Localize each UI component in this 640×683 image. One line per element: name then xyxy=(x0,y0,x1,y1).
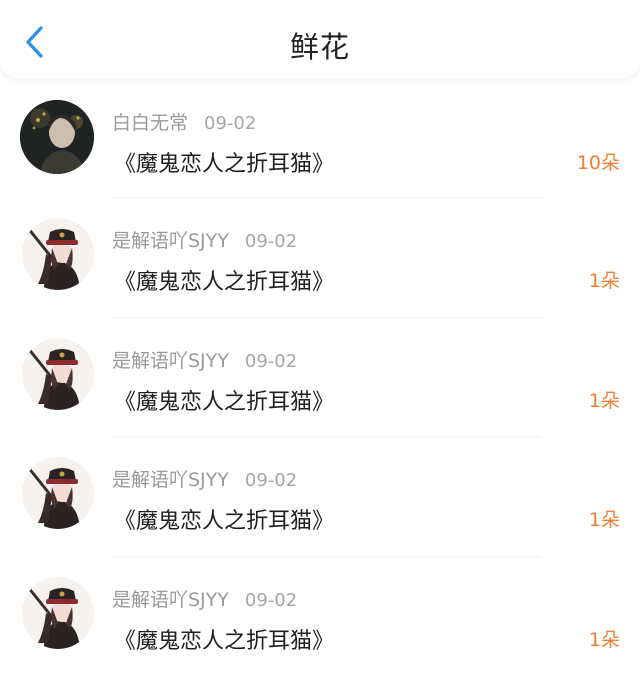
list-item[interactable]: 是解语吖SJYY 09-02 《魔鬼恋人之折耳猫》 1朵 xyxy=(0,437,640,557)
username[interactable]: 是解语吖SJYY xyxy=(112,350,229,372)
avatar-image xyxy=(22,576,94,649)
item-meta: 是解语吖SJYY 09-02 xyxy=(112,346,297,373)
avatar[interactable] xyxy=(22,218,94,290)
item-meta: 是解语吖SJYY 09-02 xyxy=(112,585,297,612)
avatar[interactable] xyxy=(20,100,94,174)
flower-count: 1朵 xyxy=(588,270,620,292)
item-date: 09-02 xyxy=(204,113,257,134)
avatar[interactable] xyxy=(22,576,94,649)
username[interactable]: 白白无常 xyxy=(112,112,188,134)
avatar[interactable] xyxy=(22,337,94,410)
username[interactable]: 是解语吖SJYY xyxy=(112,230,229,252)
book-title[interactable]: 《魔鬼恋人之折耳猫》 xyxy=(114,146,334,178)
flower-count: 1朵 xyxy=(588,628,620,651)
avatar[interactable] xyxy=(22,457,94,529)
flower-count: 1朵 xyxy=(588,509,620,531)
book-title[interactable]: 《魔鬼恋人之折耳猫》 xyxy=(114,503,334,535)
item-meta: 是解语吖SJYY 09-02 xyxy=(112,226,297,253)
book-title[interactable]: 《魔鬼恋人之折耳猫》 xyxy=(114,264,334,296)
list-item[interactable]: 是解语吖SJYY 09-02 《魔鬼恋人之折耳猫》 1朵 xyxy=(0,557,640,677)
avatar-image xyxy=(22,337,94,410)
item-date: 09-02 xyxy=(244,231,298,252)
list-item[interactable]: 是解语吖SJYY 09-02 《魔鬼恋人之折耳猫》 1朵 xyxy=(0,198,640,318)
item-meta: 是解语吖SJYY 09-02 xyxy=(112,465,297,492)
avatar-image xyxy=(20,100,94,174)
flower-count: 10朵 xyxy=(576,152,620,174)
avatar-image xyxy=(22,457,94,529)
item-date: 09-02 xyxy=(244,589,298,611)
avatar-image xyxy=(22,218,94,290)
item-meta: 白白无常 09-02 xyxy=(112,108,256,135)
flower-page: 鲜花 白白无常 09-02 《魔鬼恋人之折耳猫》 10朵 是解语吖SJYY 09… xyxy=(0,0,640,683)
username[interactable]: 是解语吖SJYY xyxy=(112,469,229,491)
flower-list: 白白无常 09-02 《魔鬼恋人之折耳猫》 10朵 是解语吖SJYY 09-02… xyxy=(0,80,640,676)
list-item[interactable]: 是解语吖SJYY 09-02 《魔鬼恋人之折耳猫》 1朵 xyxy=(0,318,640,437)
book-title[interactable]: 《魔鬼恋人之折耳猫》 xyxy=(114,623,334,655)
item-date: 09-02 xyxy=(244,470,298,491)
book-title[interactable]: 《魔鬼恋人之折耳猫》 xyxy=(114,384,334,416)
list-item[interactable]: 白白无常 09-02 《魔鬼恋人之折耳猫》 10朵 xyxy=(0,80,640,198)
flower-count: 1朵 xyxy=(588,389,620,412)
username[interactable]: 是解语吖SJYY xyxy=(112,589,229,611)
page-title: 鲜花 xyxy=(289,30,350,64)
header-bar: 鲜花 xyxy=(0,0,640,78)
item-date: 09-02 xyxy=(244,350,298,372)
